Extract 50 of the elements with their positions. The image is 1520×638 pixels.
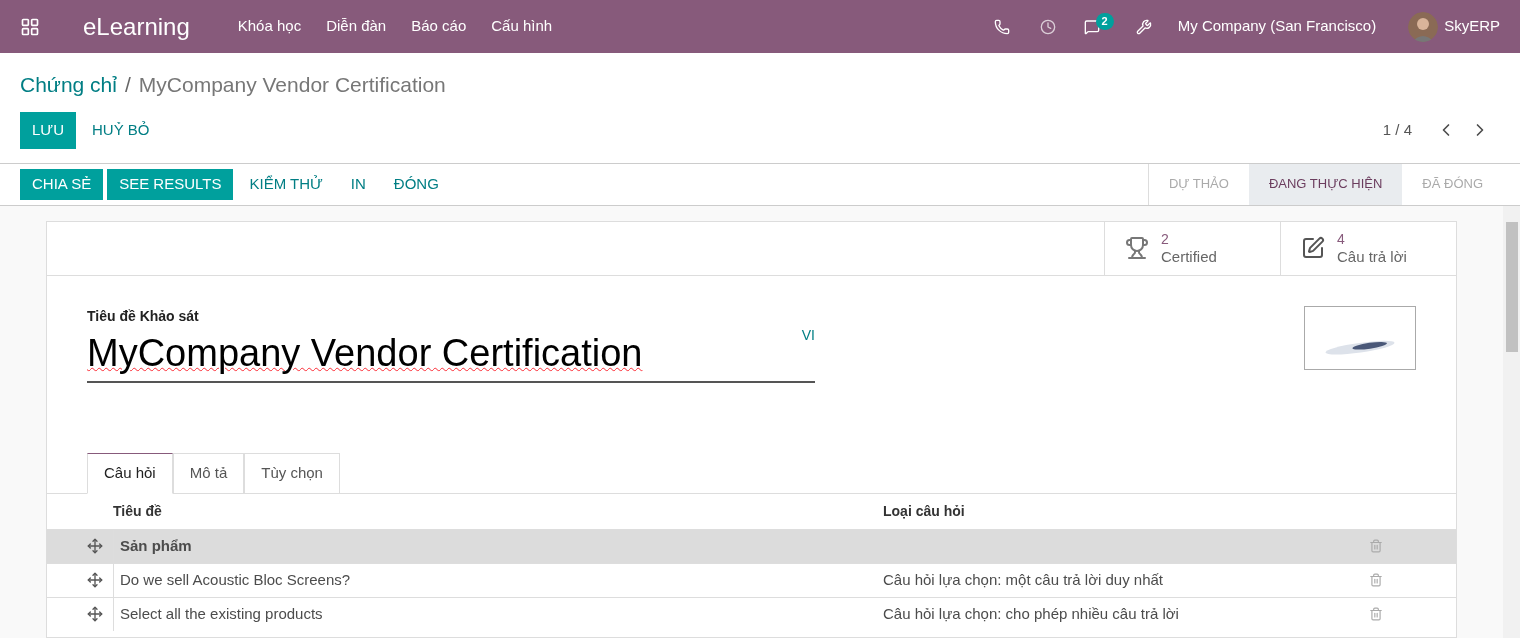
trophy-icon: [1125, 236, 1149, 260]
action-button[interactable]: SEE RESULTS: [107, 168, 234, 200]
table-cell-text: Câu hỏi lựa chọn: cho phép nhiều câu trả lời: [883, 603, 1180, 624]
field-label: Tiêu đề Khảo sát: [87, 306, 199, 326]
menu-item[interactable]: Báo cáo: [411, 15, 467, 38]
drag-handle-icon[interactable]: [87, 538, 103, 554]
breadcrumb-separator: /: [124, 72, 131, 98]
action-button[interactable]: ĐÓNG: [381, 168, 451, 200]
pager-value: 1 / 4: [1382, 119, 1412, 140]
table-cell-text: Câu hỏi lựa chọn: một câu trả lời duy nhất: [883, 569, 1165, 590]
language-button[interactable]: VI: [801, 324, 815, 346]
save-button[interactable]: LƯU: [20, 111, 76, 149]
question-row[interactable]: Do we sell Acoustic Bloc Screens? Câu hỏi lựa chọn: một câu trả lời duy nhất: [47, 562, 1456, 597]
message-badge: 2: [1095, 13, 1114, 30]
stat-button[interactable]: 2 Certified: [1104, 221, 1280, 275]
company-switcher[interactable]: My Company (San Francisco): [1177, 15, 1377, 38]
apps-menu-icon[interactable]: [20, 16, 40, 37]
clock-icon[interactable]: [1039, 18, 1056, 35]
tab[interactable]: Mô tả: [172, 452, 245, 494]
drag-handle-icon[interactable]: [87, 606, 103, 622]
tab[interactable]: Tùy chọn: [244, 452, 340, 494]
chat-icon[interactable]: [1083, 18, 1100, 35]
edit-icon: [1301, 236, 1325, 260]
avatar: [1408, 11, 1439, 42]
table-cell: Select all the existing products: [113, 597, 883, 631]
question-row[interactable]: Select all the existing products Câu hỏi lựa chọn: cho phép nhiều câu trả lời: [47, 596, 1456, 631]
action-button[interactable]: CHIA SẺ: [20, 168, 104, 200]
column-header[interactable]: Tiêu đề: [113, 500, 883, 522]
menu-item[interactable]: Cấu hình: [491, 15, 553, 38]
action-button[interactable]: IN: [338, 168, 378, 200]
breadcrumb-link[interactable]: Chứng chỉ: [20, 69, 117, 101]
menu-item[interactable]: Khóa học: [237, 15, 302, 38]
drag-handle-icon[interactable]: [87, 572, 103, 588]
menu-item[interactable]: Diễn đàn: [326, 15, 387, 38]
phone-icon[interactable]: [993, 18, 1010, 35]
tab[interactable]: Câu hỏi: [87, 452, 173, 494]
table-cell: Sản phẩm: [113, 529, 883, 563]
section-row[interactable]: Sản phẩm: [47, 528, 1456, 563]
user-menu[interactable]: SkyERP: [1444, 15, 1500, 38]
discard-button[interactable]: HUỶ BỎ: [80, 111, 162, 149]
stat-button[interactable]: 4 Câu trả lời: [1280, 221, 1456, 275]
tools-icon[interactable]: [1135, 18, 1152, 35]
action-button[interactable]: KIỂM THỬ: [237, 168, 335, 200]
scrollbar-thumb[interactable]: [1505, 221, 1518, 352]
title-input[interactable]: MyCompany Vendor Certification: [87, 330, 643, 375]
app-name: eLearning: [83, 11, 190, 42]
table-cell: Do we sell Acoustic Bloc Screens?: [113, 563, 883, 597]
breadcrumb-current: MyCompany Vendor Certification: [138, 72, 446, 98]
stage-step[interactable]: ĐANG THỰC HIỆN: [1248, 163, 1403, 205]
column-header[interactable]: Loại câu hỏi: [883, 500, 965, 522]
